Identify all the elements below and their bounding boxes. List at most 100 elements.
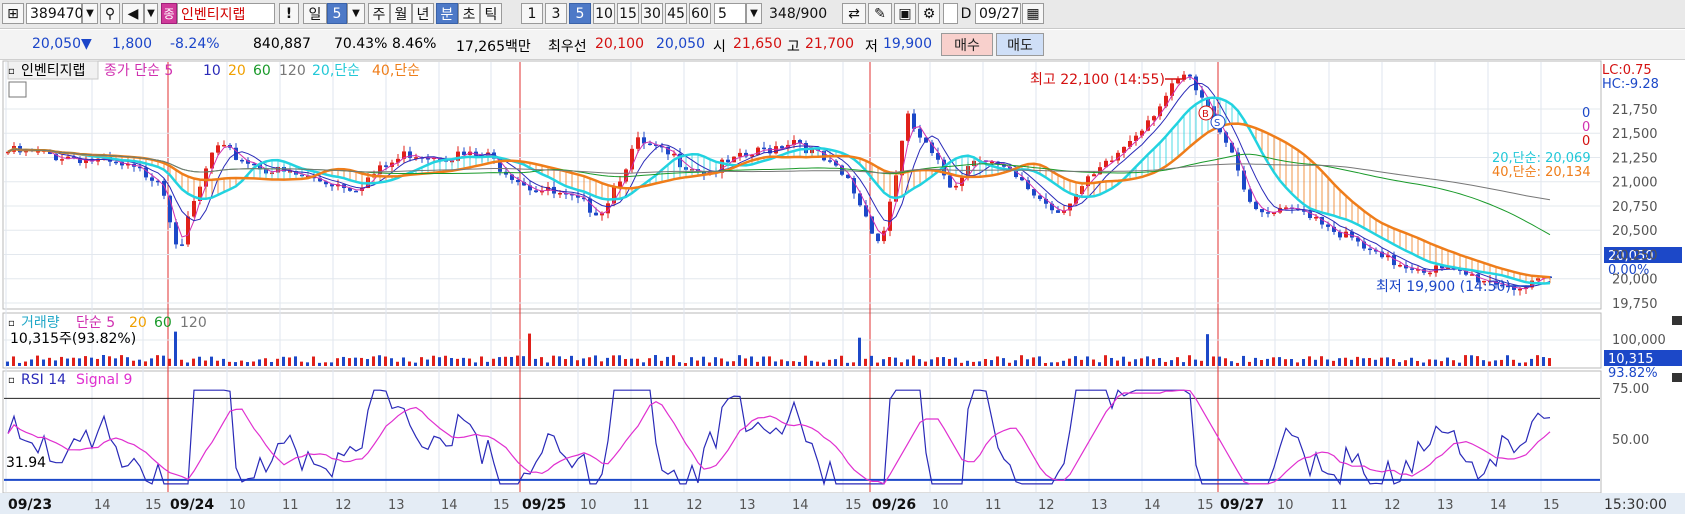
volume-bar — [1470, 355, 1473, 366]
volume-bar — [90, 357, 93, 366]
volume-bar — [618, 355, 621, 366]
volume-close-icon[interactable] — [1672, 316, 1682, 325]
time-axis-label: 15 — [493, 498, 510, 513]
period-second-button[interactable]: 초 — [458, 3, 480, 24]
volume-current-pct: 93.82% — [1608, 366, 1658, 381]
period-month-button[interactable]: 월 — [390, 3, 412, 24]
price-change: 1,800 — [112, 36, 153, 52]
volume-bar — [942, 357, 945, 366]
stock-name[interactable]: 인벤티지랩 — [177, 3, 275, 24]
alert-button[interactable]: ! — [279, 3, 299, 24]
checkbox-label: D — [960, 5, 972, 22]
volume-bar — [834, 359, 837, 366]
compare-icon[interactable]: ⇄ — [842, 3, 866, 24]
minute-5-button[interactable]: 5 — [569, 3, 591, 24]
candle-body — [1326, 224, 1330, 227]
period-day-button[interactable]: 일 — [303, 3, 327, 24]
volume-bar — [378, 355, 381, 366]
day-dropdown-icon[interactable]: ▼ — [347, 3, 365, 24]
period-minute-button[interactable]: 분 — [436, 3, 458, 24]
volume-bar — [1368, 357, 1371, 366]
save-icon[interactable]: ▣ — [894, 3, 916, 24]
volume-bar — [894, 357, 897, 366]
volume-bar — [564, 359, 567, 366]
rsi-close-icon[interactable] — [1672, 373, 1682, 382]
minute-60-button[interactable]: 60 — [689, 3, 711, 24]
candle-body — [60, 159, 64, 161]
count-dropdown-icon[interactable]: ▼ — [746, 3, 762, 24]
volume-bar — [702, 356, 705, 366]
legend-ma20: 20 — [228, 63, 246, 79]
volume-bar — [456, 358, 459, 366]
speaker-dropdown-icon[interactable]: ▼ — [144, 3, 158, 24]
stock-chart[interactable]: ▫ 인벤티지랩 종가 단순 5 10 20 60 120 20,단순 40,단순… — [0, 60, 1685, 514]
volume-bar — [1452, 360, 1455, 366]
volume-bar — [1428, 359, 1431, 366]
minute-10-button[interactable]: 10 — [593, 3, 615, 24]
time-axis-label: 09/26 — [872, 497, 916, 513]
volume-bar — [162, 355, 165, 366]
date-input[interactable]: 09/27 — [975, 3, 1021, 24]
low-price: 19,900 — [883, 36, 932, 52]
volume-bar — [528, 333, 531, 366]
layout-icon[interactable]: ⊞ — [2, 3, 24, 24]
minute-1-button[interactable]: 1 — [521, 3, 543, 24]
volume-bar — [1128, 361, 1131, 366]
time-axis-label: 11 — [282, 498, 299, 513]
volume-bar — [1416, 360, 1419, 366]
rsi-panel — [2, 370, 1602, 494]
time-axis-label: 13 — [739, 498, 756, 513]
minute-30-button[interactable]: 30 — [641, 3, 663, 24]
volume-bar — [816, 361, 819, 366]
volume-bar — [852, 362, 855, 366]
settings-gear-icon[interactable]: ⚙ — [918, 3, 940, 24]
price-axis-tick: 21,250 — [1612, 151, 1658, 166]
calendar-icon[interactable]: ▦ — [1022, 3, 1044, 24]
volume-bar — [1386, 357, 1389, 366]
time-axis-label: 11 — [985, 498, 1002, 513]
volume-bar — [540, 357, 543, 366]
chart-toolbar: ⊞ 389470 ▼ ⚲ ◀ ▼ 종 인벤티지랩 ! 일 5 ▼ 주 월 년 분… — [0, 0, 1685, 29]
table-view-icon[interactable] — [8, 81, 27, 98]
high-label: 고 — [787, 39, 800, 55]
period-week-button[interactable]: 주 — [368, 3, 390, 24]
rsi-collapse-icon[interactable]: ▫ — [8, 375, 15, 386]
stock-code-input[interactable]: 389470 — [26, 3, 83, 24]
volume-bar — [1356, 356, 1359, 366]
draw-tool-icon[interactable]: ✎ — [868, 3, 892, 24]
period-day-count[interactable]: 5 — [327, 3, 347, 24]
date-checkbox[interactable] — [943, 3, 958, 24]
minute-3-button[interactable]: 3 — [545, 3, 567, 24]
low-label: 저 — [865, 39, 878, 55]
volume-bar — [1212, 356, 1215, 366]
minute-15-button[interactable]: 15 — [617, 3, 639, 24]
minute-45-button[interactable]: 45 — [665, 3, 687, 24]
code-dropdown-icon[interactable]: ▼ — [82, 3, 98, 24]
volume-bar — [384, 356, 387, 366]
candle-body — [1434, 265, 1438, 273]
period-count-input[interactable]: 5 — [714, 3, 746, 24]
volume-collapse-icon[interactable]: ▫ — [8, 318, 15, 329]
volume-legend-ma120: 120 — [180, 315, 207, 331]
period-year-button[interactable]: 년 — [412, 3, 434, 24]
volume-bar — [798, 361, 801, 366]
buy-button[interactable]: 매수 — [941, 33, 993, 56]
panel-collapse-icon[interactable]: ▫ — [8, 66, 15, 77]
candle-body — [1368, 248, 1372, 251]
period-tick-button[interactable]: 틱 — [480, 3, 502, 24]
best-quote-label: 최우선 — [548, 39, 587, 55]
volume-bar — [1272, 357, 1275, 366]
sell-button[interactable]: 매도 — [996, 33, 1044, 56]
volume-bar — [12, 356, 15, 366]
volume-bar — [108, 356, 111, 366]
rsi-signal-legend: Signal 9 — [76, 372, 132, 388]
volume-bar — [1434, 359, 1437, 366]
volume-bar — [1014, 360, 1017, 366]
volume-bar — [876, 362, 879, 366]
volume-bar — [168, 358, 171, 366]
volume-bar — [480, 356, 483, 366]
speaker-icon[interactable]: ◀ — [122, 3, 144, 24]
volume-bar — [732, 361, 735, 366]
volume-bar — [1266, 358, 1269, 366]
search-icon[interactable]: ⚲ — [100, 3, 120, 24]
